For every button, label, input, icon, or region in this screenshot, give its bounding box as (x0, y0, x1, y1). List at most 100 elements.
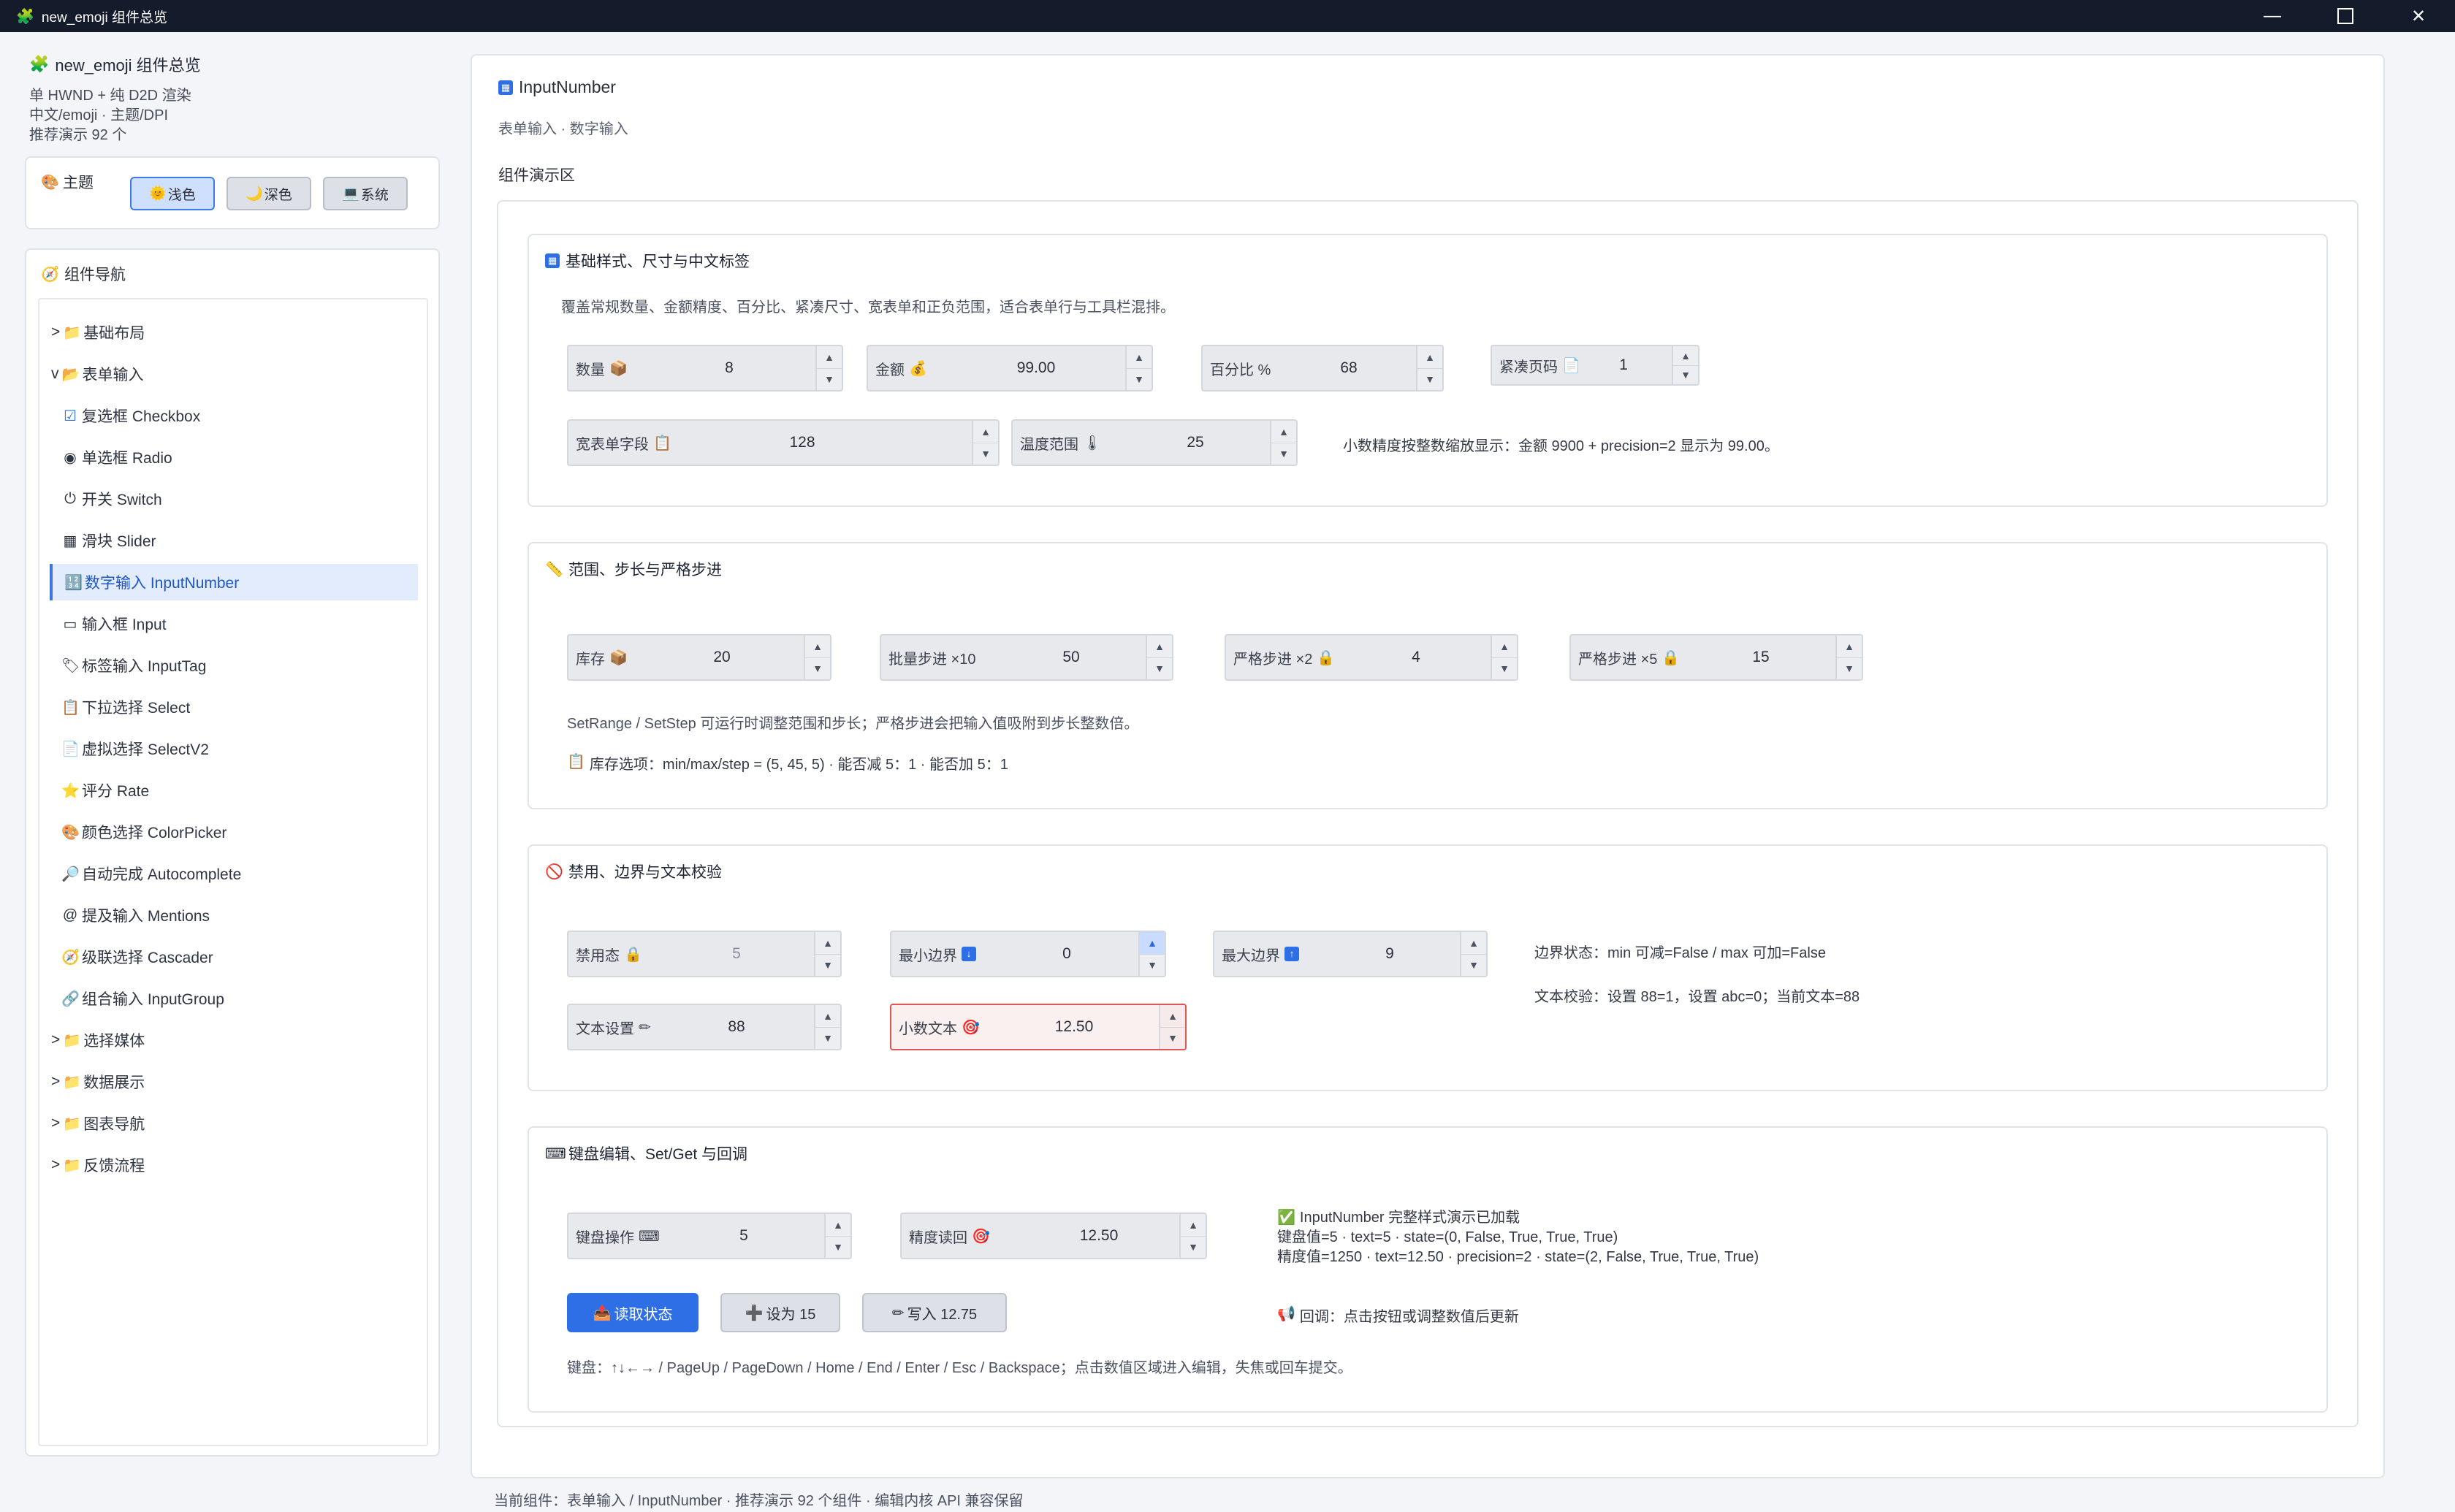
decrement-button[interactable]: ▼ (973, 443, 998, 465)
nav-item-colorpicker[interactable]: 🎨 颜色选择 ColorPicker (61, 814, 419, 850)
value[interactable]: 12.50 (1062, 1227, 1135, 1245)
inputnumber-strict-step-5[interactable]: 严格步进 ×5 🔒 15 ▲ ▼ (1569, 634, 1863, 681)
value[interactable]: 128 (773, 434, 831, 451)
increment-button[interactable]: ▲ (1417, 346, 1442, 369)
value[interactable]: 8 (685, 359, 773, 377)
increment-button[interactable]: ▲ (1147, 635, 1172, 658)
value[interactable]: 9 (1368, 945, 1412, 963)
inputnumber-amount[interactable]: 金额 💰 99.00 ▲ ▼ (867, 345, 1153, 392)
increment-button[interactable]: ▲ (1127, 346, 1152, 369)
nav-item-selectv2[interactable]: 📄 虚拟选择 SelectV2 (61, 730, 419, 767)
nav-group-feedback[interactable]: > 📁 反馈流程 (51, 1147, 145, 1183)
increment-button[interactable]: ▲ (817, 346, 842, 369)
increment-button[interactable]: ▲ (1181, 1214, 1206, 1237)
decrement-button[interactable]: ▼ (1127, 369, 1152, 391)
value[interactable]: 88 (715, 1018, 758, 1036)
decrement-button[interactable]: ▼ (1181, 1237, 1206, 1259)
nav-item-switch[interactable]: ⏻ 开关 Switch (61, 481, 419, 517)
section-keyboard: ⌨ 键盘编辑、Set/Get 与回调 键盘操作 ⌨ 5 ▲ ▼ 精度读回 🎯 12.5… (528, 1126, 2328, 1413)
value[interactable]: 20 (700, 649, 744, 666)
set-15-button[interactable]: ➕ 设为 15 (720, 1293, 840, 1332)
increment-button[interactable]: ▲ (1461, 932, 1486, 955)
nav-group-chart-nav[interactable]: > 📁 图表导航 (51, 1105, 145, 1142)
read-state-button[interactable]: 📤 读取状态 (567, 1293, 699, 1332)
nav-group-data-display[interactable]: > 📁 数据展示 (51, 1064, 145, 1100)
nav-item-autocomplete[interactable]: 🔎 自动完成 Autocomplete (61, 855, 419, 892)
nav-item-inputnumber[interactable]: 🔢 数字输入 InputNumber (50, 564, 418, 600)
upload-icon: 📤 (593, 1305, 612, 1321)
nav-group-basic-layout[interactable]: > 📁 基础布局 (51, 314, 145, 351)
decrement-button[interactable]: ▼ (826, 1237, 850, 1259)
increment-button[interactable]: ▲ (973, 421, 998, 443)
decrement-button[interactable]: ▼ (815, 1028, 840, 1050)
nav-item-mentions[interactable]: @ 提及输入 Mentions (61, 897, 419, 933)
increment-button[interactable]: ▲ (1492, 635, 1517, 658)
money-bag-icon: 💰 (909, 360, 927, 377)
decrement-button[interactable]: ▼ (1140, 955, 1165, 977)
value[interactable]: 1 (1602, 356, 1645, 374)
inputnumber-percent[interactable]: 百分比 % 68 ▲ ▼ (1201, 345, 1444, 392)
increment-button[interactable]: ▲ (1837, 635, 1862, 658)
increment-button[interactable]: ▲ (1673, 346, 1698, 366)
theme-system-button[interactable]: 💻 系统 (323, 177, 408, 210)
decrement-button[interactable]: ▼ (1492, 658, 1517, 680)
inputnumber-decimal-text[interactable]: 小数文本 🎯 12.50 ▲ ▼ (890, 1004, 1187, 1050)
sidebar-line-1: 单 HWND + 纯 D2D 渲染 (29, 88, 191, 104)
value[interactable]: 99.00 (992, 359, 1080, 377)
inputnumber-temperature[interactable]: 温度范围 🌡 25 ▲ ▼ (1011, 419, 1298, 466)
inputnumber-wide-field[interactable]: 宽表单字段 📋 128 ▲ ▼ (567, 419, 1000, 466)
decrement-button[interactable]: ▼ (1147, 658, 1172, 680)
theme-dark-button[interactable]: 🌙 深色 (227, 177, 311, 210)
inputnumber-stock[interactable]: 库存 📦 20 ▲ ▼ (567, 634, 831, 681)
value[interactable]: 5 (722, 1227, 766, 1245)
nav-item-inputtag[interactable]: 🏷 标签输入 InputTag (61, 647, 419, 684)
inputnumber-text-set[interactable]: 文本设置 ✏ 88 ▲ ▼ (567, 1004, 842, 1050)
nav-tree[interactable]: > 📁 基础布局 v 📂 表单输入 ☑ 复选框 Checkbox ◉ 单选框 Radio ⏻… (38, 298, 428, 1446)
write-1275-button[interactable]: ✏ 写入 12.75 (862, 1293, 1007, 1332)
increment-button[interactable]: ▲ (1160, 1005, 1185, 1028)
increment-button[interactable]: ▲ (1271, 421, 1296, 443)
inputnumber-batch-step[interactable]: 批量步进 ×10 50 ▲ ▼ (880, 634, 1173, 681)
decrement-button[interactable]: ▼ (1837, 658, 1862, 680)
value[interactable]: 68 (1320, 359, 1378, 377)
increment-button[interactable]: ▲ (1140, 932, 1165, 955)
nav-item-select[interactable]: 📋 下拉选择 Select (61, 689, 419, 725)
nav-item-cascader[interactable]: 🧭 级联选择 Cascader (61, 939, 419, 975)
nav-item-rate[interactable]: ⭐ 评分 Rate (61, 772, 419, 809)
decrement-button[interactable]: ▼ (805, 658, 830, 680)
inputnumber-precision-readback[interactable]: 精度读回 🎯 12.50 ▲ ▼ (900, 1213, 1207, 1259)
decrement-button[interactable]: ▼ (1461, 955, 1486, 977)
value[interactable]: 15 (1739, 649, 1783, 666)
value[interactable]: 25 (1166, 434, 1225, 451)
nav-item-input[interactable]: ▭ 输入框 Input (61, 606, 419, 642)
inputnumber-keyboard[interactable]: 键盘操作 ⌨ 5 ▲ ▼ (567, 1213, 852, 1259)
nav-group-media[interactable]: > 📁 选择媒体 (51, 1022, 145, 1058)
increment-button[interactable]: ▲ (815, 1005, 840, 1028)
nav-item-slider[interactable]: ▦ 滑块 Slider (61, 522, 419, 559)
inputnumber-quantity[interactable]: 数量 📦 8 ▲ ▼ (567, 345, 843, 392)
increment-button[interactable]: ▲ (826, 1214, 850, 1237)
nav-item-radio[interactable]: ◉ 单选框 Radio (61, 439, 419, 476)
close-button[interactable]: ✕ (2382, 0, 2455, 32)
decrement-button[interactable]: ▼ (1673, 366, 1698, 385)
minimize-button[interactable]: — (2236, 0, 2309, 32)
value[interactable]: 4 (1394, 649, 1438, 666)
inputnumber-max-boundary[interactable]: 最大边界 ↑ 9 ▲ ▼ (1213, 931, 1488, 977)
nav-group-form-input[interactable]: v 📂 表单输入 (51, 356, 144, 392)
inputnumber-compact-page[interactable]: 紧凑页码 📄 1 ▲ ▼ (1491, 345, 1700, 386)
theme-light-button[interactable]: 🌞 浅色 (130, 177, 215, 210)
inputnumber-strict-step-2[interactable]: 严格步进 ×2 🔒 4 ▲ ▼ (1225, 634, 1518, 681)
thermometer-icon: 🌡 (1083, 435, 1102, 451)
value[interactable]: 12.50 (1038, 1018, 1111, 1036)
decrement-button[interactable]: ▼ (817, 369, 842, 391)
increment-button[interactable]: ▲ (805, 635, 830, 658)
nav-item-inputgroup[interactable]: 🔗 组合输入 InputGroup (61, 980, 419, 1017)
value[interactable]: 0 (1045, 945, 1089, 963)
value[interactable]: 50 (1049, 649, 1093, 666)
decrement-button[interactable]: ▼ (1417, 369, 1442, 391)
inputnumber-min-boundary[interactable]: 最小边界 ↓ 0 ▲ ▼ (890, 931, 1166, 977)
decrement-button[interactable]: ▼ (1160, 1028, 1185, 1050)
decrement-button[interactable]: ▼ (1271, 443, 1296, 465)
maximize-button[interactable] (2309, 0, 2382, 32)
nav-item-checkbox[interactable]: ☑ 复选框 Checkbox (61, 397, 419, 434)
